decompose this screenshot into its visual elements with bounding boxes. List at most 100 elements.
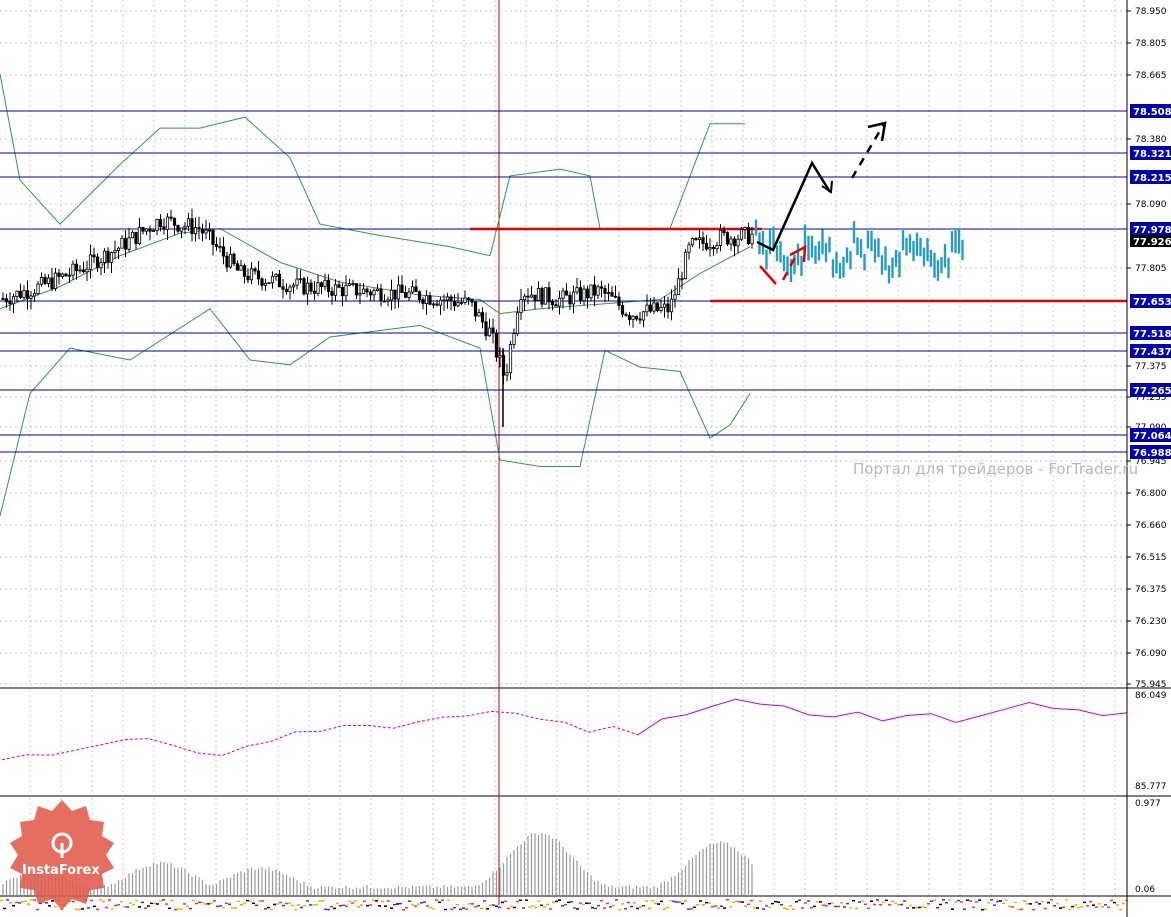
tick-noise-strip xyxy=(792,908,795,911)
tick-noise-strip xyxy=(1083,901,1086,904)
tick-noise-strip xyxy=(903,900,906,902)
candle-body xyxy=(36,283,40,295)
tick-noise-strip xyxy=(231,907,234,909)
tick-noise-strip xyxy=(1023,900,1026,902)
tick-noise-strip xyxy=(624,907,627,910)
candle-body xyxy=(407,291,411,298)
candle-body xyxy=(246,275,250,281)
tick-noise-strip xyxy=(87,907,90,909)
candle-body xyxy=(344,284,348,297)
candle-body xyxy=(529,294,534,298)
tick-noise-strip xyxy=(48,905,51,907)
tick-noise-strip xyxy=(174,908,177,911)
level-badge-label: 77.437 xyxy=(1133,347,1171,358)
candle-body xyxy=(428,295,432,305)
tick-noise-strip xyxy=(300,906,303,909)
tick-noise-strip xyxy=(882,901,885,904)
candle-body xyxy=(197,227,201,230)
tick-noise-strip xyxy=(780,904,783,906)
candle-body xyxy=(169,216,173,219)
tick-noise-strip xyxy=(477,905,480,907)
tick-noise-strip xyxy=(354,900,357,902)
axis-tick-label: 78.805 xyxy=(1135,39,1167,49)
candle-body xyxy=(414,286,418,293)
tick-noise-strip xyxy=(1029,903,1032,905)
candle-body xyxy=(718,229,723,246)
tick-noise-strip xyxy=(153,902,156,905)
tick-noise-strip xyxy=(348,900,351,903)
tick-noise-strip xyxy=(459,908,462,911)
tick-noise-strip xyxy=(705,901,708,904)
tick-noise-strip xyxy=(531,905,534,907)
axis-tick-label: 76.515 xyxy=(1135,553,1167,563)
tick-noise-strip xyxy=(435,899,438,901)
tick-noise-strip xyxy=(333,907,336,910)
tick-noise-strip xyxy=(594,907,597,910)
axis-tick-label: 75.945 xyxy=(1135,680,1167,690)
candle-body xyxy=(536,288,541,301)
candle-body xyxy=(158,219,163,228)
tick-noise-strip xyxy=(207,903,210,905)
candle-body xyxy=(669,298,674,313)
tick-noise-strip xyxy=(549,908,552,910)
tick-noise-strip xyxy=(720,905,723,907)
tick-noise-strip xyxy=(396,903,399,905)
tick-noise-strip xyxy=(21,900,24,903)
candle-body xyxy=(442,299,446,302)
candle-body xyxy=(515,312,520,334)
tick-noise-strip xyxy=(627,901,630,904)
candle-body xyxy=(270,275,275,284)
tick-noise-strip xyxy=(876,899,879,901)
tick-noise-strip xyxy=(768,906,771,909)
tick-noise-strip xyxy=(597,904,600,907)
tick-noise-strip xyxy=(243,902,246,905)
candle-body xyxy=(487,327,492,337)
candle-body xyxy=(382,300,387,303)
tick-noise-strip xyxy=(1113,901,1116,904)
candle-body xyxy=(200,228,205,234)
tick-noise-strip xyxy=(468,902,471,905)
tick-noise-strip xyxy=(1074,904,1077,906)
level-badge-label: 77.518 xyxy=(1133,329,1171,340)
tick-noise-strip xyxy=(441,899,444,902)
candle-body xyxy=(53,272,58,289)
candle-body xyxy=(99,262,103,269)
tick-noise-strip xyxy=(606,902,609,905)
candle-body xyxy=(634,315,639,320)
candle-body xyxy=(533,294,537,301)
instaforex-logo: InstaForex xyxy=(10,800,114,910)
candle-body xyxy=(134,231,138,244)
tick-noise-strip xyxy=(795,900,798,903)
tick-noise-strip xyxy=(618,908,621,911)
watermark-text: Портал для трейдеров - ForTrader.ru xyxy=(853,460,1138,478)
tick-noise-strip xyxy=(258,900,261,902)
tick-noise-strip xyxy=(126,906,129,908)
tick-noise-strip xyxy=(33,899,36,901)
candle-body xyxy=(484,321,488,337)
candle-body xyxy=(67,274,72,277)
tick-noise-strip xyxy=(399,902,402,905)
tick-noise-strip xyxy=(1086,905,1089,907)
tick-noise-strip xyxy=(711,905,714,908)
tick-noise-strip xyxy=(219,905,222,907)
candle-body xyxy=(323,279,327,287)
tick-noise-strip xyxy=(168,907,171,910)
candle-body xyxy=(260,278,264,286)
candle-body xyxy=(480,312,485,323)
candle-body xyxy=(32,293,37,297)
candle-body xyxy=(424,295,429,304)
tick-noise-strip xyxy=(993,904,996,906)
tick-noise-strip xyxy=(654,902,657,905)
tick-noise-strip xyxy=(189,907,192,910)
tick-noise-strip xyxy=(150,902,153,905)
candle-body xyxy=(729,238,733,245)
tick-noise-strip xyxy=(78,908,81,911)
candle-body xyxy=(456,302,460,307)
candle-body xyxy=(578,287,583,302)
level-badge-label: 78.215 xyxy=(1133,173,1171,184)
tick-noise-strip xyxy=(1092,904,1095,906)
tick-noise-strip xyxy=(885,899,888,902)
tick-noise-strip xyxy=(453,906,456,909)
tick-noise-strip xyxy=(381,900,384,903)
tick-noise-strip xyxy=(1005,899,1008,902)
